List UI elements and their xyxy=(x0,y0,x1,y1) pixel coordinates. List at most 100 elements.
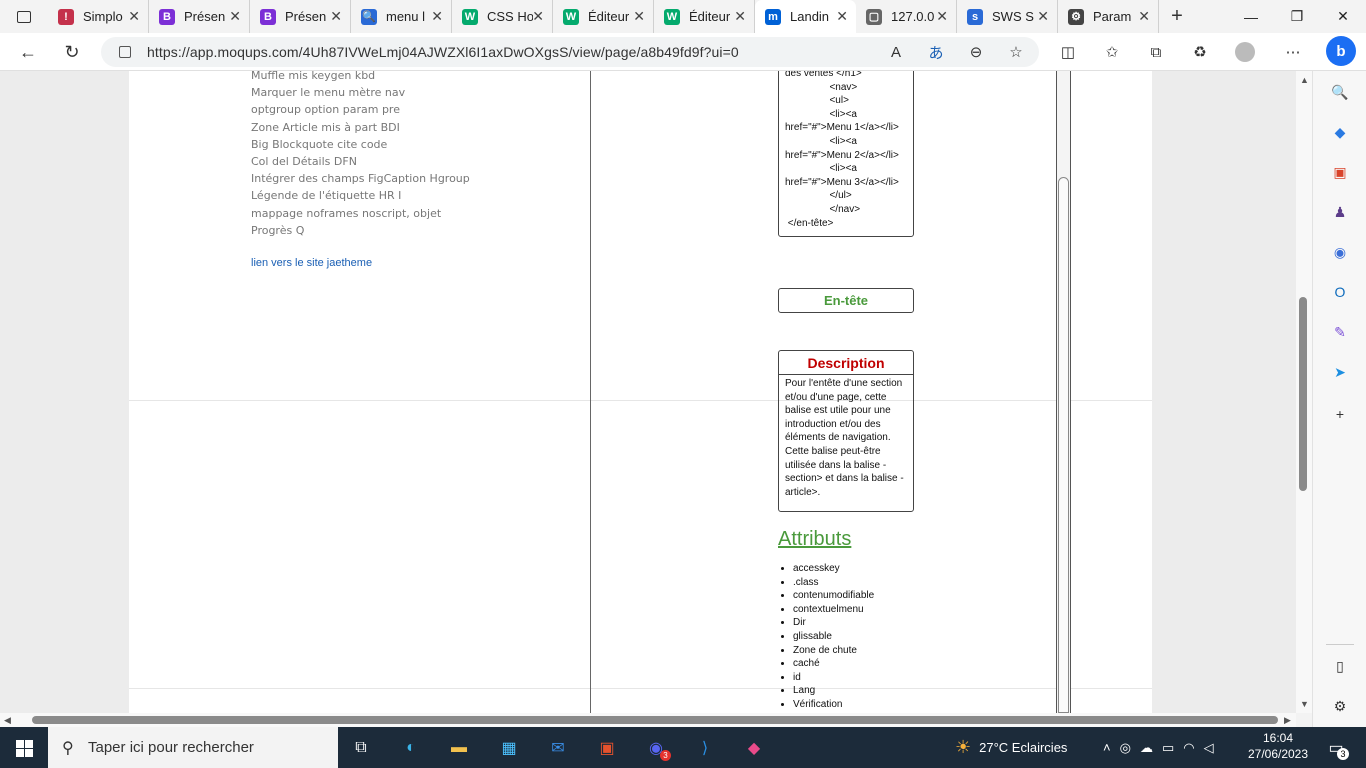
browser-tab[interactable]: B Présen ✕ xyxy=(149,0,250,33)
description-title: Description xyxy=(779,351,913,375)
edge-taskbar-icon[interactable]: ◐ xyxy=(396,733,426,763)
outlook-icon[interactable]: O xyxy=(1330,282,1350,302)
scroll-up-icon[interactable]: ▲ xyxy=(1300,75,1309,85)
refresh-button[interactable]: ↻ xyxy=(57,37,87,67)
close-tab-icon[interactable]: ✕ xyxy=(1138,8,1150,25)
windows-taskbar: ⚲ Taper ici pour rechercher ⧉ ◐ ▬ ▦ ✉ ▣ … xyxy=(0,727,1366,768)
meet-now-icon[interactable]: ◎ xyxy=(1120,740,1131,756)
designer-icon[interactable]: ✎ xyxy=(1330,322,1350,342)
onedrive-icon[interactable]: ☁ xyxy=(1140,740,1153,756)
restore-button[interactable]: ❐ xyxy=(1274,0,1320,33)
clock[interactable]: 16:04 27/06/2023 xyxy=(1247,730,1309,762)
zoom-out-icon[interactable]: ⊖ xyxy=(965,41,987,63)
browser-tab[interactable]: W Éditeur ✕ xyxy=(553,0,654,33)
extensions-icon[interactable]: ♻ xyxy=(1189,41,1211,63)
browser-tab[interactable]: m Landin ✕ xyxy=(755,0,856,33)
mail-icon[interactable]: ✉ xyxy=(543,733,573,763)
close-tab-icon[interactable]: ✕ xyxy=(330,8,342,25)
paint-icon[interactable]: ◆ xyxy=(739,733,769,763)
send-icon[interactable]: ➤ xyxy=(1330,362,1350,382)
profile-avatar[interactable] xyxy=(1234,41,1256,63)
shopping-tag-icon[interactable]: ◆ xyxy=(1330,122,1350,142)
close-window-button[interactable]: ✕ xyxy=(1320,0,1366,33)
close-tab-icon[interactable]: ✕ xyxy=(936,8,948,25)
weather-icon: ☀ xyxy=(955,737,972,757)
sidebar-toggle-icon[interactable]: ▯ xyxy=(1330,656,1350,676)
sidebar-divider xyxy=(1326,644,1354,645)
app-icon[interactable]: ▣ xyxy=(592,733,622,763)
file-explorer-icon[interactable]: ▬ xyxy=(444,733,474,763)
tab-title: Simplo xyxy=(83,9,123,24)
office-icon[interactable]: ◉ xyxy=(1330,242,1350,262)
new-tab-button[interactable]: + xyxy=(1159,5,1195,28)
more-menu-icon[interactable]: ⋯ xyxy=(1282,41,1304,63)
vscode-icon[interactable]: ⟩ xyxy=(690,733,720,763)
translate-icon[interactable]: あ xyxy=(925,41,947,63)
scroll-down-icon[interactable]: ▼ xyxy=(1300,699,1309,709)
tab-title: Landin xyxy=(790,9,830,24)
code-line: <li><a xyxy=(785,163,857,175)
bing-chat-icon[interactable]: b xyxy=(1326,36,1356,66)
scroll-left-icon[interactable]: ◀ xyxy=(4,715,11,726)
wifi-icon[interactable]: ◠ xyxy=(1183,740,1194,756)
add-icon[interactable]: + xyxy=(1330,404,1350,424)
tools-icon[interactable]: ▣ xyxy=(1330,162,1350,182)
horizontal-scrollbar-thumb[interactable] xyxy=(32,716,1278,724)
code-line: </ul> xyxy=(785,190,852,202)
task-view-icon[interactable]: ⧉ xyxy=(346,733,376,763)
close-tab-icon[interactable]: ✕ xyxy=(128,8,140,25)
attributes-list: accesskey.classcontenumodifiablecontextu… xyxy=(793,562,874,712)
close-tab-icon[interactable]: ✕ xyxy=(431,8,443,25)
split-screen-icon[interactable]: ◫ xyxy=(1057,41,1079,63)
code-line: <nav> xyxy=(785,81,858,93)
close-tab-icon[interactable]: ✕ xyxy=(633,8,645,25)
browser-tab[interactable]: ⚙ Param ✕ xyxy=(1058,0,1159,33)
browser-tab[interactable]: B Présen ✕ xyxy=(250,0,351,33)
back-button[interactable]: ← xyxy=(13,37,43,67)
browser-tab[interactable]: W Éditeur ✕ xyxy=(654,0,755,33)
store-icon[interactable]: ▦ xyxy=(494,733,524,763)
volume-icon[interactable]: ◁ xyxy=(1204,740,1214,756)
tab-actions-button[interactable] xyxy=(0,0,48,33)
scroll-right-icon[interactable]: ▶ xyxy=(1284,715,1291,726)
page-viewport: Muffle mis keygen kbd Marquer le menu mèt… xyxy=(0,71,1312,713)
attribute-item: caché xyxy=(793,657,874,671)
show-hidden-icon[interactable]: ˄ xyxy=(1103,740,1111,755)
settings-icon[interactable]: ⚙ xyxy=(1330,696,1350,716)
favorites-icon[interactable]: ✩ xyxy=(1101,41,1123,63)
system-tray[interactable]: ˄ ◎ ☁ ▭ ◠ ◁ xyxy=(1103,727,1214,768)
windows-start-icon[interactable] xyxy=(9,733,39,763)
attribute-item: accesskey xyxy=(793,562,874,576)
notification-center-icon[interactable]: ▭ 3 xyxy=(1321,733,1351,763)
browser-tab[interactable]: ▢ 127.0.0 ✕ xyxy=(856,0,957,33)
horizontal-scrollbar[interactable]: ◀ ▶ xyxy=(0,713,1296,727)
browser-tab[interactable]: ! Simplo ✕ xyxy=(48,0,149,33)
vertical-scrollbar[interactable]: ▲ ▼ xyxy=(1296,71,1312,713)
close-tab-icon[interactable]: ✕ xyxy=(836,8,848,25)
code-line: des ventes </h1> xyxy=(785,71,862,79)
list-item: Muffle mis keygen kbd xyxy=(251,71,376,82)
battery-icon[interactable]: ▭ xyxy=(1162,740,1174,756)
minimize-button[interactable]: — xyxy=(1228,0,1274,33)
discord-icon[interactable]: ◉ 3 xyxy=(641,733,671,763)
close-tab-icon[interactable]: ✕ xyxy=(229,8,241,25)
search-icon[interactable]: 🔍 xyxy=(1330,82,1350,102)
description-box: Description Pour l'entête d'une section … xyxy=(778,350,914,512)
vertical-scrollbar-thumb[interactable] xyxy=(1299,297,1307,491)
close-tab-icon[interactable]: ✕ xyxy=(734,8,746,25)
close-tab-icon[interactable]: ✕ xyxy=(532,8,544,25)
games-icon[interactable]: ♟ xyxy=(1330,202,1350,222)
inner-scrollbar-thumb[interactable] xyxy=(1058,177,1069,713)
browser-tab[interactable]: W CSS Ho ✕ xyxy=(452,0,553,33)
close-tab-icon[interactable]: ✕ xyxy=(1037,8,1049,25)
jaetheme-link[interactable]: lien vers le site jaetheme xyxy=(251,257,372,269)
clock-date: 27/06/2023 xyxy=(1247,747,1309,761)
taskbar-search[interactable]: ⚲ Taper ici pour rechercher xyxy=(48,727,338,768)
browser-tab[interactable]: s SWS S ✕ xyxy=(957,0,1058,33)
browser-tab[interactable]: 🔍 menu l ✕ xyxy=(351,0,452,33)
weather-widget[interactable]: ☀ 27°C Eclaircies xyxy=(955,727,1067,768)
favorite-star-icon[interactable]: ☆ xyxy=(1005,41,1027,63)
inner-scrollbar[interactable] xyxy=(1056,71,1071,713)
collections-icon[interactable]: ⧉ xyxy=(1145,41,1167,63)
read-aloud-icon[interactable]: A xyxy=(885,41,907,63)
